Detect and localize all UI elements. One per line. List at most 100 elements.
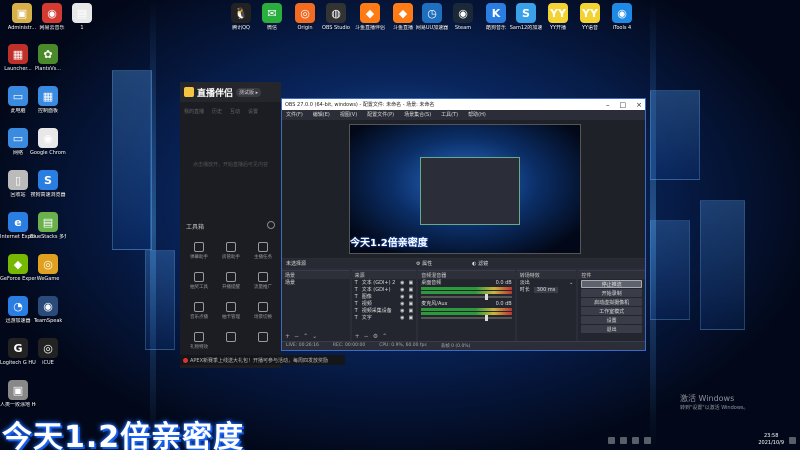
companion-alert-bar[interactable]: APEX新赛季上线送大礼包！开播可参与活动，每周四发放奖励 bbox=[180, 355, 345, 365]
toolbox-item[interactable]: 主播任务 bbox=[248, 242, 278, 260]
desktop-icon[interactable]: ◉ Steam bbox=[445, 3, 481, 31]
desktop-icon[interactable]: ▤ 1 bbox=[64, 3, 100, 31]
companion-tab[interactable]: 互动 bbox=[230, 108, 240, 115]
desktop-icon[interactable]: ◉ TeamSpeak bbox=[30, 296, 66, 324]
control-button[interactable]: 退出 bbox=[581, 325, 642, 333]
desktop-icon[interactable]: ▣ 人类一败涂地 Human Fa... bbox=[0, 380, 36, 408]
menu-item[interactable]: 编辑(E) bbox=[313, 111, 330, 118]
source-type-icon: T bbox=[354, 286, 358, 293]
lock-icon[interactable]: ▣ bbox=[409, 287, 414, 293]
lock-icon[interactable]: ▣ bbox=[409, 301, 414, 307]
duration-input[interactable]: 300 ms bbox=[533, 286, 559, 293]
toolbox-item[interactable]: 场景切换 bbox=[248, 302, 278, 320]
lock-icon[interactable]: ▣ bbox=[409, 280, 414, 286]
toolbox-item[interactable]: 流量推广 bbox=[248, 272, 278, 290]
source-name: 文本 (GDI+) 2 bbox=[361, 280, 396, 286]
desktop-icon[interactable]: ▤ BlueStacks 多开管理器 bbox=[30, 212, 66, 240]
desktop-app-icon: ▭ bbox=[8, 86, 28, 106]
desktop-icon-label: 网易云音乐 bbox=[39, 25, 65, 31]
close-icon[interactable]: × bbox=[636, 101, 642, 109]
desktop-icon[interactable]: ✿ PlantsVs... bbox=[30, 44, 66, 72]
toolbox-item[interactable]: 礼物特效 bbox=[184, 332, 214, 350]
filters-button[interactable]: ◐ 滤镜 bbox=[472, 260, 488, 267]
desktop-icon[interactable]: S Sam12的加速 bbox=[508, 3, 544, 31]
move-up-icon[interactable]: ⌃ bbox=[303, 333, 308, 340]
source-item[interactable]: T 视频采集设备 ◉ ▣ bbox=[352, 307, 417, 315]
toolbox-item[interactable] bbox=[216, 332, 246, 344]
system-tray: 23:58 2021/10/9 bbox=[604, 430, 800, 450]
desktop-icon[interactable]: ◆ 斗鱼直播伴侣 bbox=[352, 3, 388, 31]
source-item[interactable]: T 文本 (GDI+) 2 ◉ ▣ bbox=[352, 279, 417, 287]
source-settings-icon[interactable]: ⚙ bbox=[373, 333, 378, 340]
toolbox-item[interactable]: 抽奖工具 bbox=[184, 272, 214, 290]
source-item[interactable]: T 视频 ◉ ▣ bbox=[352, 300, 417, 308]
companion-version-badge[interactable]: 测试版 ▸ bbox=[236, 87, 262, 97]
companion-tab[interactable]: 历史 bbox=[212, 108, 222, 115]
visibility-eye-icon[interactable]: ◉ bbox=[400, 294, 404, 300]
add-source-icon[interactable]: + bbox=[355, 333, 360, 340]
minimize-icon[interactable]: – bbox=[606, 101, 610, 109]
control-button[interactable]: 启动虚拟摄像机 bbox=[581, 298, 642, 306]
visibility-eye-icon[interactable]: ◉ bbox=[400, 301, 404, 307]
obs-preview[interactable]: 今天1.2倍亲密度 bbox=[282, 120, 645, 258]
input-method-icon[interactable] bbox=[644, 436, 651, 444]
menu-item[interactable]: 帮助(H) bbox=[468, 111, 486, 118]
toolbox-item[interactable] bbox=[248, 332, 278, 344]
volume-icon[interactable] bbox=[632, 436, 639, 444]
remove-scene-icon[interactable]: − bbox=[294, 333, 299, 340]
source-item[interactable]: T 文本 (GDI+) ◉ ▣ bbox=[352, 286, 417, 294]
menu-item[interactable]: 工具(T) bbox=[441, 111, 458, 118]
menu-item[interactable]: 场景集合(S) bbox=[404, 111, 431, 118]
desktop-icon-label: 1 bbox=[80, 25, 84, 31]
add-scene-icon[interactable]: + bbox=[285, 333, 290, 340]
toolbox-item[interactable]: 音乐点播 bbox=[184, 302, 214, 320]
control-button[interactable]: 停止推流 bbox=[581, 280, 642, 288]
toolbox-more-icon[interactable] bbox=[267, 221, 275, 229]
desktop-icon[interactable]: ◉ iTools 4 bbox=[604, 3, 640, 31]
clock[interactable]: 23:58 2021/10/9 bbox=[758, 433, 784, 447]
toolbox-item[interactable]: 开播提醒 bbox=[216, 272, 246, 290]
menu-item[interactable]: 视图(V) bbox=[340, 111, 357, 118]
lock-icon[interactable]: ▣ bbox=[409, 315, 414, 321]
control-button[interactable]: 开始录制 bbox=[581, 289, 642, 297]
desktop-icon[interactable]: ◍ OBS Studio bbox=[318, 3, 354, 31]
visibility-eye-icon[interactable]: ◉ bbox=[400, 308, 404, 314]
transition-select[interactable]: 淡出 ⌄ bbox=[517, 279, 577, 287]
volume-slider[interactable] bbox=[421, 315, 512, 321]
toolbox-item[interactable]: 抽卡管理 bbox=[216, 302, 246, 320]
volume-slider[interactable] bbox=[421, 294, 512, 300]
toolbox-item[interactable]: 房管助手 bbox=[216, 242, 246, 260]
lock-icon[interactable]: ▣ bbox=[409, 308, 414, 314]
desktop-icon[interactable]: ◎ WeGame bbox=[30, 254, 66, 282]
visibility-eye-icon[interactable]: ◉ bbox=[400, 280, 404, 286]
maximize-icon[interactable]: □ bbox=[620, 101, 627, 109]
control-button[interactable]: 设置 bbox=[581, 316, 642, 324]
desktop-icon[interactable]: ▦ 控制面板 bbox=[30, 86, 66, 114]
toolbox-item[interactable]: 弹幕助手 bbox=[184, 242, 214, 260]
move-down-icon[interactable]: ⌄ bbox=[312, 333, 317, 340]
desktop-icon[interactable]: S 搜狗高速浏览器 bbox=[30, 170, 66, 198]
scene-item[interactable]: 场景 bbox=[282, 279, 350, 286]
remove-source-icon[interactable]: − bbox=[364, 333, 369, 340]
visibility-eye-icon[interactable]: ◉ bbox=[400, 287, 404, 293]
source-item[interactable]: T 图像 ◉ ▣ bbox=[352, 293, 417, 301]
desktop-icon[interactable]: YY YY语音 bbox=[572, 3, 608, 31]
tray-arrow-icon[interactable] bbox=[608, 436, 615, 444]
desktop-icon[interactable]: ◎ iCUE bbox=[30, 338, 66, 366]
notification-icon[interactable] bbox=[789, 436, 796, 444]
desktop-icon[interactable]: YY YY开播 bbox=[540, 3, 576, 31]
desktop-icon-label: 网易UU加速器 bbox=[415, 25, 449, 31]
desktop-icon[interactable]: ✉ 微信 bbox=[254, 3, 290, 31]
lock-icon[interactable]: ▣ bbox=[409, 294, 414, 300]
companion-tab[interactable]: 设置 bbox=[248, 108, 258, 115]
network-icon[interactable] bbox=[620, 436, 627, 444]
source-item[interactable]: T 文字 ◉ ▣ bbox=[352, 314, 417, 322]
source-up-icon[interactable]: ⌃ bbox=[382, 333, 387, 340]
properties-button[interactable]: ⚙ 属性 bbox=[416, 260, 432, 267]
menu-item[interactable]: 文件(F) bbox=[286, 111, 303, 118]
desktop-icon[interactable]: ◉ Google Chrome bbox=[30, 128, 66, 156]
visibility-eye-icon[interactable]: ◉ bbox=[400, 315, 404, 321]
control-button[interactable]: 工作室模式 bbox=[581, 307, 642, 315]
companion-tab[interactable]: 我的直播 bbox=[184, 108, 204, 115]
menu-item[interactable]: 配置文件(P) bbox=[367, 111, 394, 118]
